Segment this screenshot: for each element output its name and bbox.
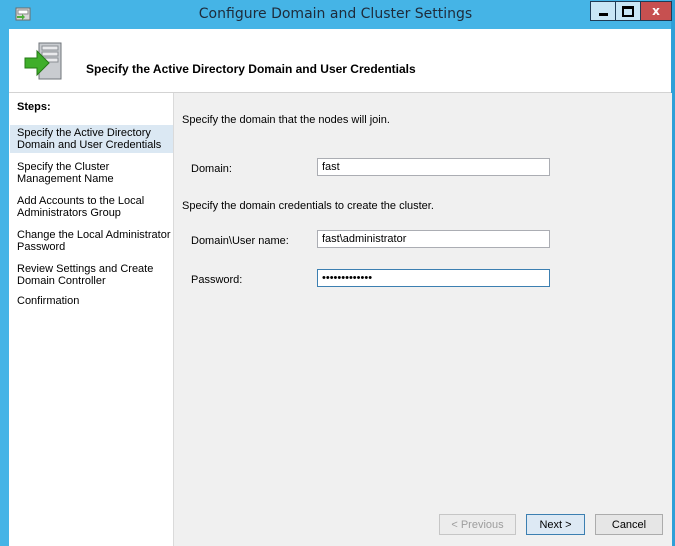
- password-label: Password:: [191, 274, 243, 286]
- domain-instruction: Specify the domain that the nodes will j…: [182, 114, 390, 126]
- step-confirmation[interactable]: Confirmation: [10, 293, 173, 309]
- steps-heading: Steps:: [17, 101, 51, 113]
- close-icon: x: [652, 4, 660, 18]
- domain-field[interactable]: [317, 158, 550, 176]
- maximize-button[interactable]: [615, 1, 641, 21]
- title-bar[interactable]: Configure Domain and Cluster Settings x: [0, 0, 672, 29]
- previous-button[interactable]: < Previous: [439, 514, 516, 535]
- step-local-administrators[interactable]: Add Accounts to the Local Administrators…: [10, 193, 173, 221]
- step-administrator-password[interactable]: Change the Local Administrator Password: [10, 227, 173, 255]
- content-panel: Specify the domain that the nodes will j…: [173, 93, 672, 498]
- username-field[interactable]: [317, 230, 550, 248]
- maximize-icon: [622, 5, 634, 17]
- step-review-settings[interactable]: Review Settings and Create Domain Contro…: [10, 261, 173, 289]
- minimize-button[interactable]: [590, 1, 616, 21]
- button-bar: < Previous Next > Cancel: [173, 498, 672, 546]
- step-cluster-management-name[interactable]: Specify the Cluster Management Name: [10, 159, 173, 187]
- page-title: Specify the Active Directory Domain and …: [86, 62, 416, 76]
- cancel-button[interactable]: Cancel: [595, 514, 663, 535]
- wizard-header: Specify the Active Directory Domain and …: [9, 29, 671, 93]
- credentials-instruction: Specify the domain credentials to create…: [182, 200, 434, 212]
- minimize-icon: [598, 12, 608, 16]
- password-field[interactable]: [317, 269, 550, 287]
- close-button[interactable]: x: [640, 1, 672, 21]
- username-label: Domain\User name:: [191, 235, 289, 247]
- next-button[interactable]: Next >: [526, 514, 585, 535]
- steps-panel: Steps: Specify the Active Directory Doma…: [9, 93, 173, 546]
- wizard-window: Configure Domain and Cluster Settings x …: [0, 0, 675, 546]
- step-domain-credentials[interactable]: Specify the Active Directory Domain and …: [10, 125, 173, 153]
- server-arrow-icon: [24, 42, 62, 80]
- domain-label: Domain:: [191, 163, 232, 175]
- window-title: Configure Domain and Cluster Settings: [198, 6, 473, 22]
